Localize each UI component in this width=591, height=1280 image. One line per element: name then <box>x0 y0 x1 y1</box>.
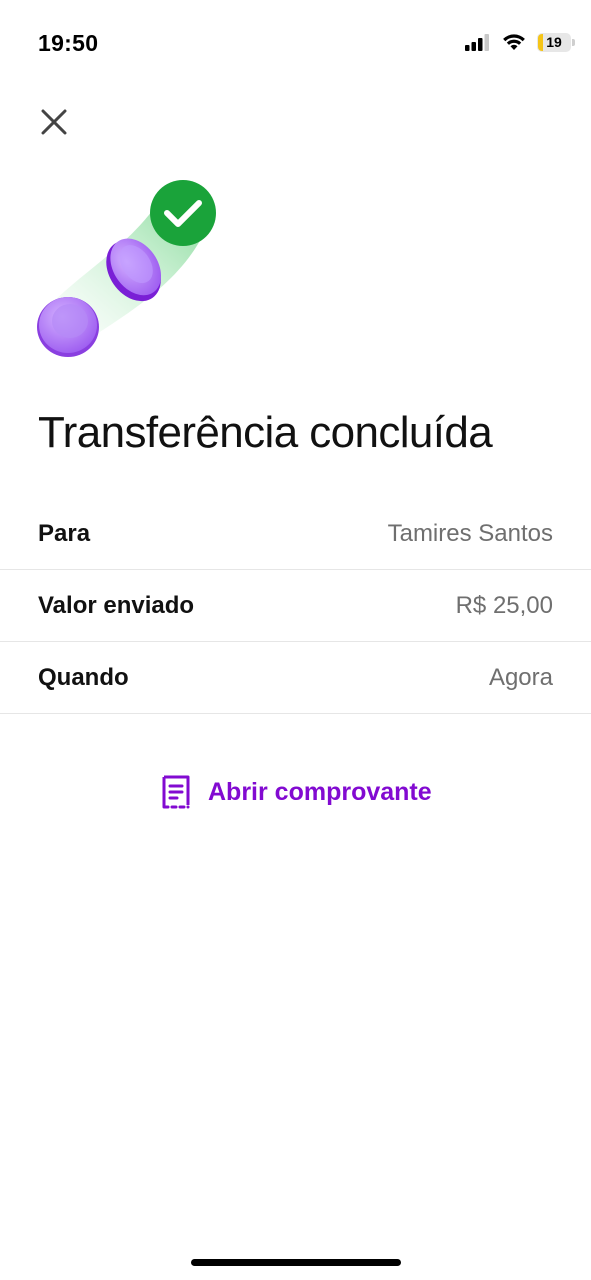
detail-value: R$ 25,00 <box>455 591 553 619</box>
detail-value: Agora <box>488 663 553 691</box>
status-bar: 19:50 19 <box>0 0 591 86</box>
battery-icon: 19 <box>537 32 575 52</box>
coin-icon <box>37 297 99 357</box>
receipt-icon <box>162 775 190 809</box>
transfer-details: Para Tamires Santos Valor enviado R$ 25,… <box>0 498 591 714</box>
detail-label: Para <box>38 519 91 547</box>
open-receipt-label: Abrir comprovante <box>208 777 432 806</box>
page-title: Transferência concluída <box>38 408 493 457</box>
signal-icon <box>465 34 489 51</box>
wifi-icon <box>503 34 525 50</box>
detail-label: Valor enviado <box>38 591 195 619</box>
detail-row-when: Quando Agora <box>0 642 591 714</box>
status-icons: 19 <box>465 32 575 52</box>
open-receipt-button[interactable]: Abrir comprovante <box>160 772 432 812</box>
close-icon <box>41 109 67 135</box>
detail-row-recipient: Para Tamires Santos <box>0 498 591 570</box>
check-circle-icon <box>150 180 216 246</box>
close-button[interactable] <box>36 104 72 140</box>
detail-value: Tamires Santos <box>387 519 553 547</box>
home-indicator[interactable] <box>191 1259 401 1266</box>
battery-cap <box>572 38 575 46</box>
transfer-illustration <box>37 180 216 357</box>
detail-label: Quando <box>38 663 129 691</box>
detail-row-amount: Valor enviado R$ 25,00 <box>0 570 591 642</box>
status-time: 19:50 <box>38 30 99 56</box>
battery-level: 19 <box>546 34 562 50</box>
